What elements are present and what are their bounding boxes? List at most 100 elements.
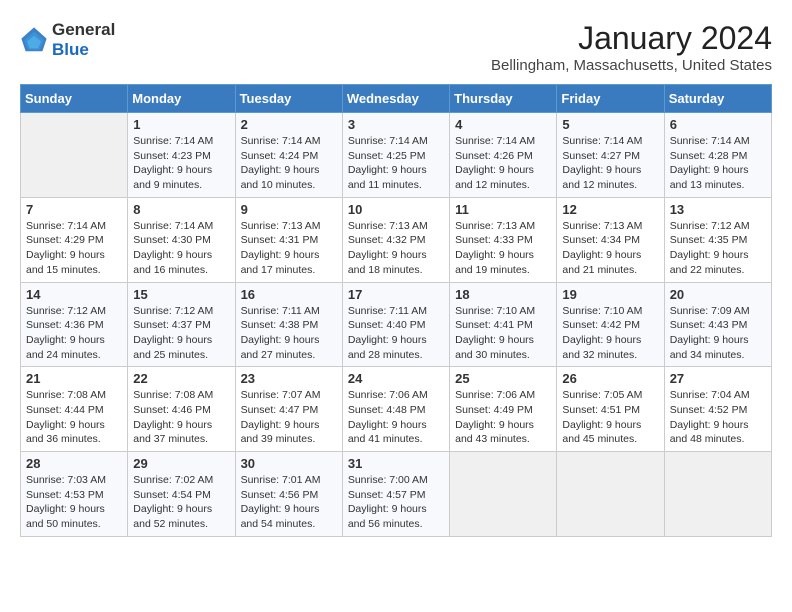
calendar-cell: 25 Sunrise: 7:06 AM Sunset: 4:49 PM Dayl… [450,367,557,452]
daylight-text: Daylight: 9 hours and 12 minutes. [455,164,534,191]
sunrise-text: Sunrise: 7:12 AM [670,220,750,232]
sunset-text: Sunset: 4:57 PM [348,489,426,501]
calendar-cell: 16 Sunrise: 7:11 AM Sunset: 4:38 PM Dayl… [235,282,342,367]
day-number: 28 [26,456,122,471]
calendar-cell [450,452,557,537]
calendar-table: SundayMondayTuesdayWednesdayThursdayFrid… [20,84,772,537]
calendar-cell: 18 Sunrise: 7:10 AM Sunset: 4:41 PM Dayl… [450,282,557,367]
calendar-week-row: 21 Sunrise: 7:08 AM Sunset: 4:44 PM Dayl… [21,367,772,452]
daylight-text: Daylight: 9 hours and 16 minutes. [133,249,212,276]
sunset-text: Sunset: 4:52 PM [670,404,748,416]
sunrise-text: Sunrise: 7:10 AM [455,305,535,317]
sunrise-text: Sunrise: 7:14 AM [348,135,428,147]
calendar-cell: 27 Sunrise: 7:04 AM Sunset: 4:52 PM Dayl… [664,367,771,452]
daylight-text: Daylight: 9 hours and 10 minutes. [241,164,320,191]
sunset-text: Sunset: 4:54 PM [133,489,211,501]
calendar-cell: 30 Sunrise: 7:01 AM Sunset: 4:56 PM Dayl… [235,452,342,537]
weekday-header-friday: Friday [557,85,664,113]
month-title: January 2024 [491,20,772,57]
sunrise-text: Sunrise: 7:07 AM [241,389,321,401]
daylight-text: Daylight: 9 hours and 30 minutes. [455,334,534,361]
day-number: 27 [670,371,766,386]
sunrise-text: Sunrise: 7:13 AM [348,220,428,232]
sunset-text: Sunset: 4:33 PM [455,234,533,246]
logo-blue: Blue [52,40,115,60]
day-number: 22 [133,371,229,386]
sunrise-text: Sunrise: 7:14 AM [241,135,321,147]
calendar-cell: 8 Sunrise: 7:14 AM Sunset: 4:30 PM Dayli… [128,197,235,282]
sunrise-text: Sunrise: 7:14 AM [26,220,106,232]
calendar-cell: 23 Sunrise: 7:07 AM Sunset: 4:47 PM Dayl… [235,367,342,452]
sunrise-text: Sunrise: 7:14 AM [133,220,213,232]
weekday-header-tuesday: Tuesday [235,85,342,113]
sunset-text: Sunset: 4:27 PM [562,150,640,162]
sunset-text: Sunset: 4:29 PM [26,234,104,246]
sunrise-text: Sunrise: 7:11 AM [348,305,427,317]
sunrise-text: Sunrise: 7:08 AM [133,389,213,401]
daylight-text: Daylight: 9 hours and 28 minutes. [348,334,427,361]
day-number: 25 [455,371,551,386]
sunrise-text: Sunrise: 7:12 AM [26,305,106,317]
calendar-week-row: 28 Sunrise: 7:03 AM Sunset: 4:53 PM Dayl… [21,452,772,537]
sunrise-text: Sunrise: 7:14 AM [670,135,750,147]
daylight-text: Daylight: 9 hours and 37 minutes. [133,419,212,446]
sunset-text: Sunset: 4:32 PM [348,234,426,246]
day-number: 21 [26,371,122,386]
sunset-text: Sunset: 4:49 PM [455,404,533,416]
day-number: 11 [455,202,551,217]
calendar-cell: 12 Sunrise: 7:13 AM Sunset: 4:34 PM Dayl… [557,197,664,282]
day-number: 31 [348,456,444,471]
weekday-header-saturday: Saturday [664,85,771,113]
sunrise-text: Sunrise: 7:11 AM [241,305,320,317]
sunset-text: Sunset: 4:53 PM [26,489,104,501]
sunset-text: Sunset: 4:34 PM [562,234,640,246]
daylight-text: Daylight: 9 hours and 19 minutes. [455,249,534,276]
calendar-cell: 17 Sunrise: 7:11 AM Sunset: 4:40 PM Dayl… [342,282,449,367]
sunset-text: Sunset: 4:31 PM [241,234,319,246]
calendar-cell: 26 Sunrise: 7:05 AM Sunset: 4:51 PM Dayl… [557,367,664,452]
calendar-cell: 13 Sunrise: 7:12 AM Sunset: 4:35 PM Dayl… [664,197,771,282]
logo: General Blue [20,20,115,60]
sunrise-text: Sunrise: 7:02 AM [133,474,213,486]
day-number: 30 [241,456,337,471]
calendar-cell [21,113,128,198]
weekday-header-row: SundayMondayTuesdayWednesdayThursdayFrid… [21,85,772,113]
daylight-text: Daylight: 9 hours and 15 minutes. [26,249,105,276]
daylight-text: Daylight: 9 hours and 12 minutes. [562,164,641,191]
sunset-text: Sunset: 4:47 PM [241,404,319,416]
day-number: 16 [241,287,337,302]
daylight-text: Daylight: 9 hours and 25 minutes. [133,334,212,361]
sunset-text: Sunset: 4:51 PM [562,404,640,416]
calendar-cell: 10 Sunrise: 7:13 AM Sunset: 4:32 PM Dayl… [342,197,449,282]
calendar-cell: 31 Sunrise: 7:00 AM Sunset: 4:57 PM Dayl… [342,452,449,537]
calendar-cell: 24 Sunrise: 7:06 AM Sunset: 4:48 PM Dayl… [342,367,449,452]
weekday-header-monday: Monday [128,85,235,113]
weekday-header-sunday: Sunday [21,85,128,113]
weekday-header-thursday: Thursday [450,85,557,113]
day-number: 5 [562,117,658,132]
sunrise-text: Sunrise: 7:06 AM [348,389,428,401]
calendar-week-row: 14 Sunrise: 7:12 AM Sunset: 4:36 PM Dayl… [21,282,772,367]
page-header: General Blue January 2024 Bellingham, Ma… [20,20,772,74]
daylight-text: Daylight: 9 hours and 45 minutes. [562,419,641,446]
day-number: 1 [133,117,229,132]
sunset-text: Sunset: 4:35 PM [670,234,748,246]
daylight-text: Daylight: 9 hours and 32 minutes. [562,334,641,361]
weekday-header-wednesday: Wednesday [342,85,449,113]
calendar-cell: 21 Sunrise: 7:08 AM Sunset: 4:44 PM Dayl… [21,367,128,452]
daylight-text: Daylight: 9 hours and 27 minutes. [241,334,320,361]
sunrise-text: Sunrise: 7:08 AM [26,389,106,401]
sunrise-text: Sunrise: 7:14 AM [562,135,642,147]
daylight-text: Daylight: 9 hours and 50 minutes. [26,503,105,530]
daylight-text: Daylight: 9 hours and 48 minutes. [670,419,749,446]
calendar-cell [557,452,664,537]
sunset-text: Sunset: 4:36 PM [26,319,104,331]
daylight-text: Daylight: 9 hours and 56 minutes. [348,503,427,530]
sunrise-text: Sunrise: 7:12 AM [133,305,213,317]
sunrise-text: Sunrise: 7:13 AM [455,220,535,232]
daylight-text: Daylight: 9 hours and 11 minutes. [348,164,427,191]
sunrise-text: Sunrise: 7:09 AM [670,305,750,317]
day-number: 24 [348,371,444,386]
daylight-text: Daylight: 9 hours and 43 minutes. [455,419,534,446]
day-number: 23 [241,371,337,386]
